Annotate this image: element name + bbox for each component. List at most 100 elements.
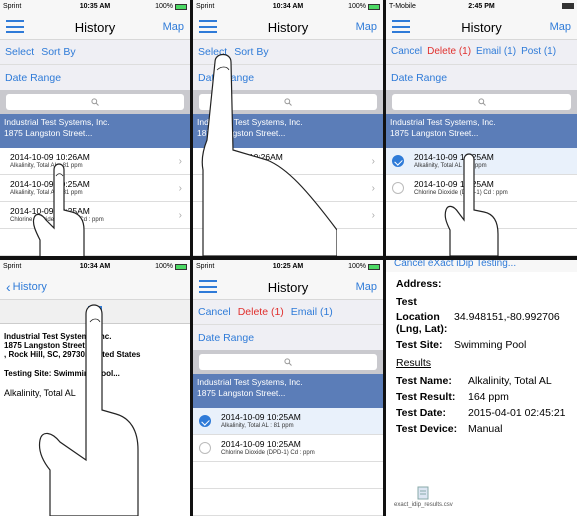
date-range-button[interactable]: Date Range (193, 324, 383, 350)
date-range-button[interactable]: Date Range (386, 64, 577, 90)
back-button[interactable]: ‹ History (6, 279, 47, 295)
sort-by-button[interactable]: Sort By (234, 46, 268, 58)
delete-button[interactable]: Delete (1) (238, 306, 284, 318)
company-address: 1875 Langston Street... (4, 128, 93, 138)
empty-row (193, 489, 383, 516)
cancel-button[interactable]: Cancel (391, 46, 422, 58)
search-input[interactable] (392, 94, 571, 110)
row-date: 2014-10-09 10:25AM (10, 179, 90, 189)
list-item[interactable]: 2014-10-09 10:25AM Chlorine Dioxide (DPD-… (0, 202, 190, 229)
battery: 100% (155, 263, 187, 270)
checkbox-checked-icon[interactable] (199, 415, 211, 427)
row-detail: Alkalinity, Total AL : 81 ppm (221, 423, 294, 429)
file-icon (417, 486, 429, 500)
search-icon (91, 98, 99, 106)
row-date: 2014-10-09 10:26AM (10, 152, 90, 162)
section-header: Industrial Test Systems, Inc. 1875 Langs… (193, 114, 383, 148)
search-input[interactable] (199, 354, 377, 370)
toolbar: Select Sort By (0, 40, 190, 64)
list-item[interactable]: 2014-10-09 10:25AM Alkalinity, Total AL :… (193, 408, 383, 435)
toolbar: Select Sort By (193, 40, 383, 64)
post-button[interactable]: Post (1) (521, 46, 556, 58)
nav-bar: History Map (193, 14, 383, 40)
list-item[interactable]: 2014-10-09 10:26AM Alkalinity, Total AL :… (193, 148, 383, 175)
list-item[interactable]: 2014-10-09 10:25AM Alkalinity, Total AL :… (386, 148, 577, 175)
battery-icon (175, 263, 187, 270)
sort-by-button[interactable]: Sort By (41, 46, 75, 58)
row-detail: Chlorine Dioxide (DPD-1) Cd : ppm (414, 190, 508, 196)
street-address: 1875 Langston Street (4, 341, 85, 350)
list-item[interactable]: 2014-10-09 10:25AM Alkalinity, Total AL :… (193, 175, 383, 202)
email-body: Address: Test Location (Lng, Lat): 34.948… (386, 272, 577, 445)
row-detail: Alkalinity, Total AL : 81 ppm (203, 190, 276, 196)
search-icon (284, 98, 292, 106)
row-detail: Chlorine Dioxide (DPD-1) Cd : ppm (10, 217, 104, 223)
attachment-name: exact_idip_results.csv (394, 502, 453, 508)
checkbox-icon[interactable] (199, 442, 211, 454)
map-button[interactable]: Map (163, 21, 184, 33)
email-button[interactable]: Email (1) (476, 46, 516, 58)
chevron-right-icon: › (178, 210, 182, 221)
date-range-button[interactable]: Date Range (0, 64, 190, 90)
page-title: History (267, 280, 309, 295)
company-name: Industrial Test Systems, Inc. (4, 332, 112, 341)
status-bar: Sprint 10:34 AM 100% (0, 260, 190, 274)
address-label: Address: (396, 278, 442, 290)
company-name: Industrial Test Systems, Inc. (390, 117, 496, 127)
select-button[interactable]: Select (5, 46, 34, 58)
row-date: 2014-10-09 10:25AM (414, 152, 494, 162)
list-item[interactable]: 2014-10-09 10:26AM Alkalinity, Total AL :… (0, 148, 190, 175)
attachment[interactable]: exact_idip_results.csv (394, 486, 453, 508)
delete-button[interactable]: Delete (1) (427, 46, 471, 58)
search-bar (386, 90, 577, 114)
status-bar: Sprint 10:25 AM 100% (193, 260, 383, 274)
company-address: 1875 Langston Street... (197, 388, 286, 398)
date-range-button[interactable]: Date Range (193, 64, 383, 90)
battery: 100% (155, 3, 187, 10)
section-header: Industrial Test Systems, Inc. 1875 Langs… (0, 114, 190, 148)
battery (560, 3, 574, 9)
nav-bar: History Map (386, 14, 577, 40)
nav-bar: History Map (0, 14, 190, 40)
search-bar (193, 90, 383, 114)
row-date: 2014-10-09 10:25AM (203, 179, 283, 189)
cancel-button[interactable]: Cancel (198, 306, 231, 318)
mail-icon[interactable] (88, 306, 102, 317)
map-button[interactable]: Map (550, 21, 571, 33)
email-detail-screen: Cancel eXact iDip Testing... Address: Te… (386, 260, 577, 516)
test-name: Alkalinity, Total AL (4, 388, 76, 398)
row-detail: Alkalinity, Total AL : 81 ppm (10, 163, 83, 169)
row-detail: Chlorine Dioxide (DPD-1) Cd : ppm (203, 217, 297, 223)
search-input[interactable] (199, 94, 377, 110)
row-detail: Alkalinity, Total AL : 81 ppm (414, 163, 487, 169)
page-title: History (461, 20, 502, 35)
device-label: Test Device: (396, 423, 458, 435)
list-item[interactable]: 2014-10-09 10:25AM Chlorine Dioxide (DPD-… (193, 435, 383, 462)
share-preview-screen: Sprint 10:34 AM 100% ‹ History Industrial… (0, 260, 190, 516)
date-row: Test Date: 2015-04-01 02:45:21 (396, 407, 567, 419)
nav-bar: History Map (193, 274, 383, 300)
status-bar: Sprint 10:34 AM 100% (193, 0, 383, 14)
site-value: Swimming Pool (454, 339, 527, 351)
checkbox-icon[interactable] (392, 182, 404, 194)
section-header: Industrial Test Systems, Inc. 1875 Langs… (193, 374, 383, 408)
map-button[interactable]: Map (356, 281, 377, 293)
list-item[interactable]: 2014-10-09 10:25AM Alkalinity, Total AL :… (0, 175, 190, 202)
results-label: Results (396, 357, 432, 369)
row-detail: Chlorine Dioxide (DPD-1) Cd : ppm (221, 450, 315, 456)
device-value: Manual (468, 423, 503, 435)
battery: 100% (348, 3, 380, 10)
map-button[interactable]: Map (356, 21, 377, 33)
nav-bar: ‹ History (0, 274, 190, 300)
checkbox-checked-icon[interactable] (392, 155, 404, 167)
battery-icon (175, 3, 187, 10)
select-button[interactable]: Select (198, 46, 227, 58)
company-address: 1875 Langston Street... (390, 128, 479, 138)
list-item[interactable]: 2014-10-09 10:25AM Chlorine Dioxide (DPD-… (193, 202, 383, 229)
email-button[interactable]: Email (1) (291, 306, 333, 318)
list-item[interactable]: 2014-10-09 10:25AM Chlorine Dioxide (DPD-… (386, 175, 577, 202)
search-bar (0, 90, 190, 114)
chevron-left-icon: ‹ (6, 279, 11, 295)
search-input[interactable] (6, 94, 184, 110)
history-screen-2: Sprint 10:34 AM 100% History Map Select … (193, 0, 383, 256)
